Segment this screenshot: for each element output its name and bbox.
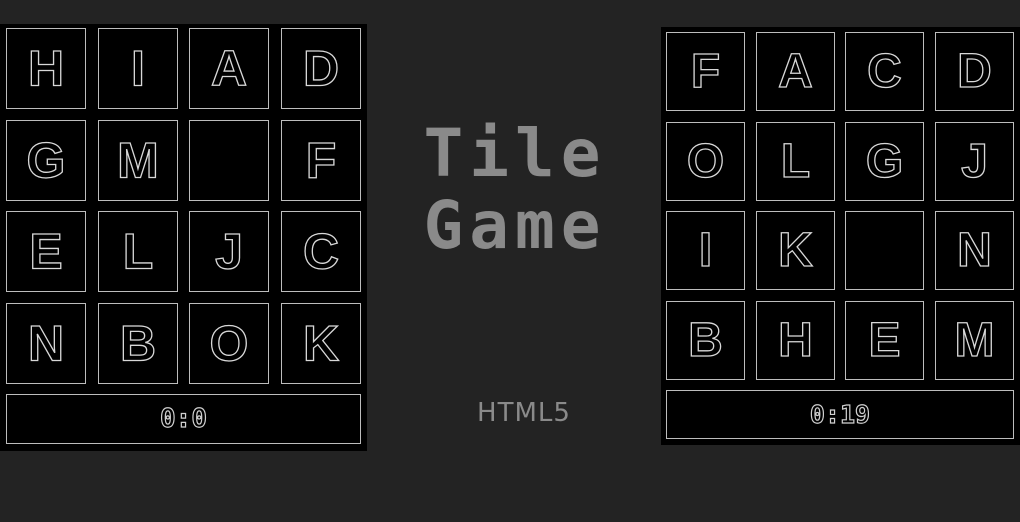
left-tile-board: H I A D G M F E L J C N B O K 0:0 <box>0 24 367 451</box>
tile-o[interactable]: O <box>189 302 269 384</box>
tile-letter: J <box>215 224 243 280</box>
timer-text: 0:0 <box>160 404 207 434</box>
tile-o[interactable]: O <box>666 121 745 201</box>
tile-letter: L <box>122 224 153 280</box>
empty-tile-slot[interactable] <box>189 119 269 201</box>
tile-c[interactable]: C <box>280 211 361 292</box>
tile-letter: H <box>778 314 813 367</box>
tile-letter: I <box>699 224 712 277</box>
game-title: Tile Game <box>405 118 625 262</box>
tile-a[interactable]: A <box>755 32 835 111</box>
tile-f[interactable]: F <box>280 119 361 201</box>
tile-m[interactable]: M <box>97 119 178 201</box>
tile-letter: G <box>27 132 66 188</box>
tile-g[interactable]: G <box>6 119 86 201</box>
tile-d[interactable]: D <box>934 32 1014 111</box>
tile-a[interactable]: A <box>189 28 269 109</box>
tile-i[interactable]: I <box>666 211 745 290</box>
tile-letter: F <box>305 132 336 188</box>
tile-d[interactable]: D <box>280 28 361 109</box>
tile-h[interactable]: H <box>6 28 86 109</box>
tile-letter: N <box>28 315 64 371</box>
tile-g[interactable]: G <box>845 121 924 201</box>
tile-letter: H <box>28 41 64 97</box>
tile-e[interactable]: E <box>845 300 924 380</box>
game-title-line-2: Game <box>423 187 607 264</box>
tile-b[interactable]: B <box>97 302 178 384</box>
game-title-line-1: Tile <box>423 115 607 192</box>
tile-b[interactable]: B <box>666 300 745 380</box>
tile-e[interactable]: E <box>6 211 86 292</box>
tile-letter: E <box>868 314 900 367</box>
tile-letter: K <box>302 315 338 371</box>
tile-letter: N <box>957 224 992 277</box>
tile-letter: C <box>867 45 902 98</box>
timer-display: 0:19 <box>666 390 1014 439</box>
tile-letter: O <box>687 135 724 188</box>
tile-letter: D <box>957 45 992 98</box>
tile-k[interactable]: K <box>755 211 835 290</box>
tile-letter: M <box>954 314 994 367</box>
tile-letter: O <box>210 315 249 371</box>
tile-l[interactable]: L <box>97 211 178 292</box>
right-tile-board: F A C D O L G J I K N B H E M 0:19 <box>661 27 1020 445</box>
tile-h[interactable]: H <box>755 300 835 380</box>
timer-display: 0:0 <box>6 394 361 444</box>
tile-letter: K <box>778 224 813 277</box>
tile-letter: G <box>866 135 903 188</box>
tile-letter: L <box>780 135 809 188</box>
tile-m[interactable]: M <box>934 300 1014 380</box>
tile-f[interactable]: F <box>666 32 745 111</box>
tile-n[interactable]: N <box>6 302 86 384</box>
tile-n[interactable]: N <box>934 211 1014 290</box>
game-subtitle: HTML5 <box>477 398 571 428</box>
tile-letter: A <box>778 45 813 98</box>
timer-text: 0:19 <box>810 400 870 429</box>
tile-l[interactable]: L <box>755 121 835 201</box>
empty-tile-slot[interactable] <box>845 211 924 290</box>
tile-j[interactable]: J <box>189 211 269 292</box>
tile-k[interactable]: K <box>280 302 361 384</box>
tile-i[interactable]: I <box>97 28 178 109</box>
tile-c[interactable]: C <box>845 32 924 111</box>
tile-letter: B <box>119 315 155 371</box>
tile-letter: M <box>117 132 159 188</box>
tile-j[interactable]: J <box>934 121 1014 201</box>
tile-letter: A <box>211 41 247 97</box>
tile-letter: B <box>688 314 723 367</box>
tile-letter: D <box>302 41 338 97</box>
tile-letter: F <box>691 45 720 98</box>
tile-letter: E <box>29 224 62 280</box>
tile-letter: I <box>131 41 145 97</box>
tile-letter: C <box>302 224 338 280</box>
tile-letter: J <box>961 135 988 188</box>
